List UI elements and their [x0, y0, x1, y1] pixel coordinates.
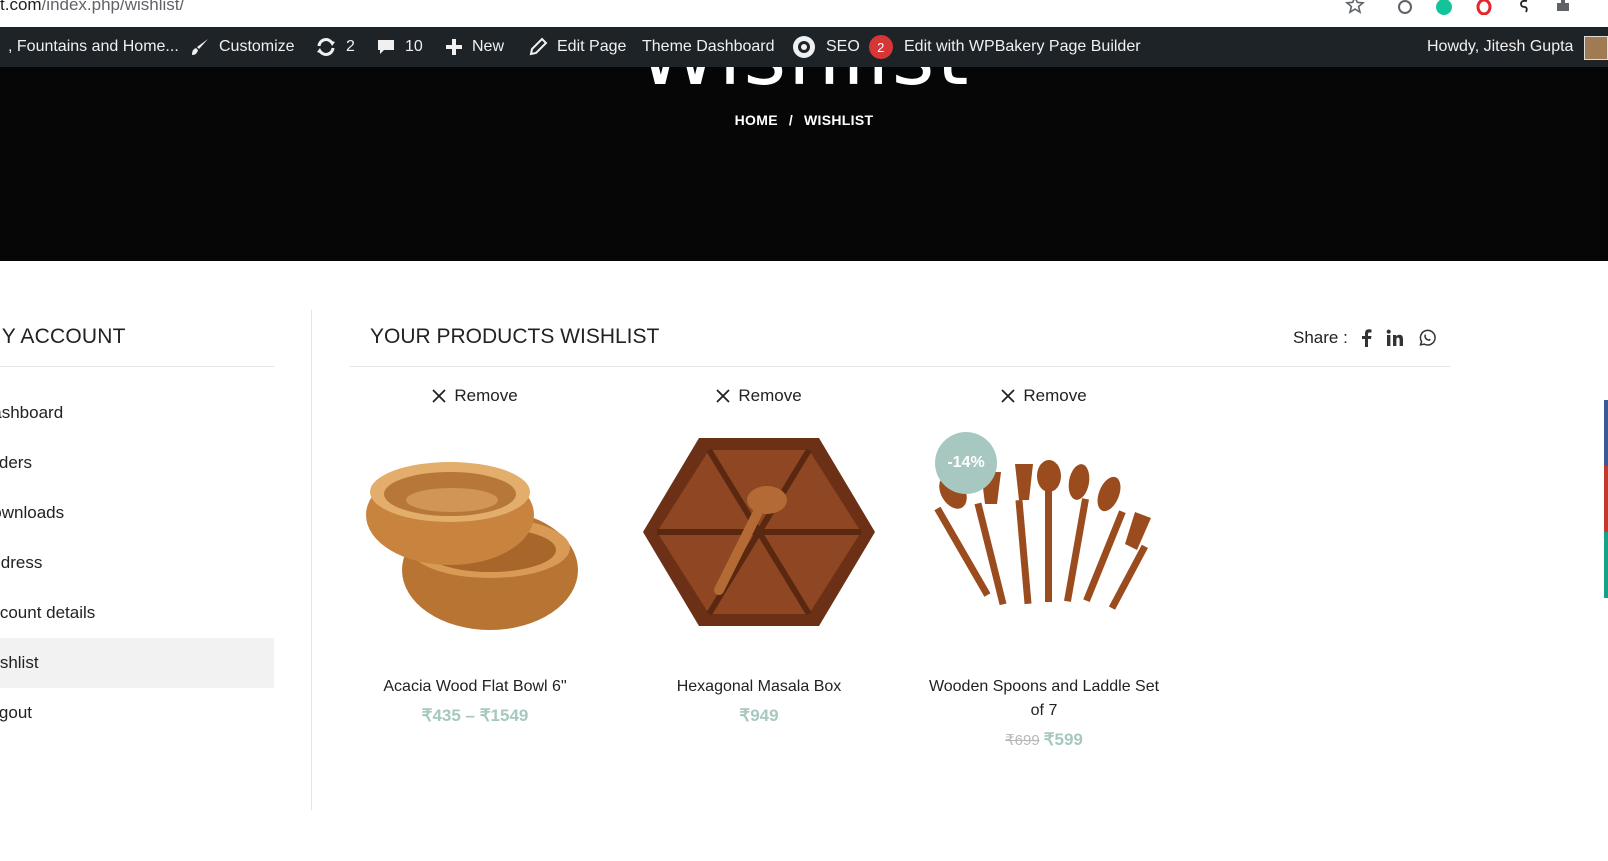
sidebar-item-label: Wishlist [0, 653, 39, 672]
paintbrush-icon [192, 39, 208, 55]
page-title: Wishlist [0, 67, 1608, 104]
remove-button[interactable]: Remove [634, 384, 884, 408]
adminbar-new[interactable]: New [445, 27, 504, 67]
product-price: ₹699 ₹599 [919, 730, 1169, 750]
seo-gear-icon [793, 36, 815, 58]
product-price-value: ₹599 [1043, 730, 1083, 749]
adminbar-customize[interactable]: Customize [190, 27, 295, 67]
linkedin-icon[interactable] [1386, 329, 1404, 347]
url-text[interactable]: t.com/index.php/wishlist/ [0, 0, 184, 15]
remove-button[interactable]: Remove [919, 384, 1169, 408]
seo-label: SEO [826, 38, 860, 55]
wishlist-product-card: Remove Acacia Wood Flat Bowl 6" ₹435 – ₹… [350, 384, 600, 726]
extensions-puzzle-icon[interactable] [1552, 0, 1574, 16]
facebook-icon[interactable] [1361, 329, 1372, 347]
adminbar-site-name[interactable]: , Fountains and Home... [8, 27, 179, 67]
plus-icon [446, 39, 462, 55]
product-name[interactable]: Acacia Wood Flat Bowl 6" [350, 675, 600, 699]
extension-recycle-icon[interactable] [1394, 0, 1416, 16]
product-price: ₹949 [634, 706, 884, 726]
whatsapp-icon[interactable] [1418, 329, 1436, 347]
content-divider [311, 310, 312, 810]
comments-count: 10 [405, 38, 423, 55]
remove-label: Remove [1023, 386, 1087, 405]
sidebar-item-label: Orders [0, 453, 32, 472]
product-image-wooden-spoons[interactable]: -14% [919, 420, 1169, 650]
updates-count: 2 [346, 38, 355, 55]
sidebar-item-orders[interactable]: Orders [0, 438, 274, 488]
new-label: New [472, 38, 505, 55]
share-label: Share : [1293, 328, 1348, 347]
adminbar-updates[interactable]: 2 [315, 27, 355, 67]
remove-label: Remove [454, 386, 518, 405]
sidebar-item-label: Dashboard [0, 403, 64, 422]
sidebar-item-wishlist[interactable]: Wishlist [0, 638, 274, 688]
adminbar-edit-page[interactable]: Edit Page [528, 27, 626, 67]
url-domain: t.com [0, 0, 42, 14]
bookmark-star-icon[interactable] [1344, 0, 1366, 16]
site-name-label: , Fountains and Home... [8, 38, 179, 55]
updates-refresh-icon [317, 38, 335, 56]
breadcrumb-current: WISHLIST [804, 112, 874, 128]
share-bar: Share : [1293, 328, 1450, 348]
product-image-masala-box[interactable] [634, 420, 884, 650]
wishlist-product-card: Remove -14% Wooden Spoons and Laddle Set… [919, 384, 1169, 750]
avatar[interactable] [1584, 36, 1608, 60]
opera-icon[interactable] [1473, 0, 1495, 16]
extension-s-icon[interactable] [1513, 0, 1535, 16]
close-icon [716, 389, 730, 403]
wpbakery-label: Edit with WPBakery Page Builder [904, 38, 1141, 55]
adminbar-comments[interactable]: 10 [376, 27, 423, 67]
url-path: /index.php/wishlist/ [41, 0, 185, 14]
account-navigation: Dashboard Orders Downloads Address Accou… [0, 388, 274, 738]
discount-badge: -14% [935, 432, 997, 494]
product-price-value: ₹949 [739, 706, 779, 725]
wp-admin-bar: , Fountains and Home... Customize 2 10 N… [0, 27, 1608, 67]
sidebar-item-label: Downloads [0, 503, 65, 522]
remove-button[interactable]: Remove [350, 384, 600, 408]
sidebar-divider [0, 366, 274, 367]
remove-label: Remove [738, 386, 802, 405]
sidebar-item-account-details[interactable]: Account details [0, 588, 274, 638]
wishlist-divider [350, 366, 1450, 367]
adminbar-wpbakery[interactable]: Edit with WPBakery Page Builder [904, 27, 1141, 67]
theme-dashboard-label: Theme Dashboard [642, 38, 775, 55]
sidebar-item-label: Logout [0, 703, 32, 722]
close-icon [1001, 389, 1015, 403]
adminbar-account[interactable]: Howdy, Jitesh Gupta [1427, 27, 1573, 67]
product-image-wooden-bowls[interactable] [350, 420, 600, 650]
seo-notification-badge: 2 [868, 35, 893, 59]
sidebar-item-dashboard[interactable]: Dashboard [0, 388, 274, 438]
sidebar-item-address[interactable]: Address [0, 538, 274, 588]
breadcrumb-separator: / [788, 112, 794, 128]
wishlist-product-card: Remove Hexagonal Masala Box ₹949 [634, 384, 884, 726]
sidebar-item-logout[interactable]: Logout [0, 688, 274, 738]
side-edge-tab[interactable] [1604, 400, 1608, 598]
close-icon [432, 389, 446, 403]
sidebar-item-downloads[interactable]: Downloads [0, 488, 274, 538]
edit-page-label: Edit Page [557, 38, 627, 55]
pencil-icon [529, 37, 548, 56]
breadcrumb-home-link[interactable]: HOME [735, 112, 778, 128]
grammarly-icon[interactable] [1433, 0, 1455, 16]
product-price: ₹435 – ₹1549 [350, 706, 600, 726]
adminbar-theme-dashboard[interactable]: Theme Dashboard [642, 27, 775, 67]
wishlist-heading: YOUR PRODUCTS WISHLIST [370, 325, 660, 348]
product-name[interactable]: Hexagonal Masala Box [634, 675, 884, 699]
breadcrumb: HOME / WISHLIST [0, 112, 1608, 128]
customize-label: Customize [219, 38, 295, 55]
product-old-price: ₹699 [1005, 732, 1040, 749]
my-account-heading: MY ACCOUNT [0, 325, 126, 348]
adminbar-seo[interactable]: SEO 2 [791, 27, 893, 67]
comment-bubble-icon [378, 40, 394, 54]
product-name[interactable]: Wooden Spoons and Laddle Set of 7 [919, 675, 1169, 723]
howdy-label: Howdy, Jitesh Gupta [1427, 38, 1574, 55]
sidebar-item-label: Account details [0, 603, 96, 622]
product-price-value: ₹435 – ₹1549 [421, 706, 529, 725]
sidebar-item-label: Address [0, 553, 43, 572]
browser-address-bar[interactable]: t.com/index.php/wishlist/ [0, 0, 1608, 24]
page-title-banner: Wishlist HOME / WISHLIST [0, 67, 1608, 261]
